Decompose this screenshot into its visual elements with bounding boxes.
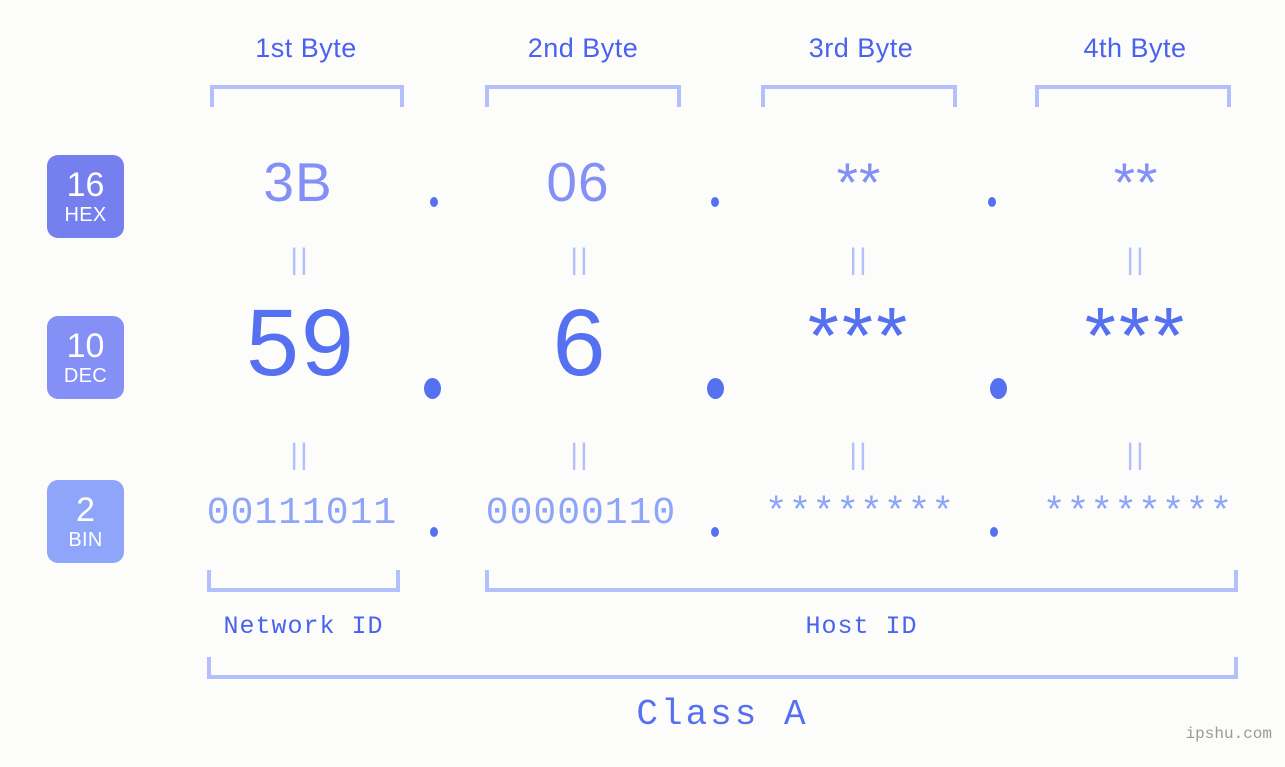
bin-byte-3-value: ******** [764,492,956,535]
dec-byte-4-value: *** [1084,291,1188,380]
base-badge-dec: 10 DEC [47,316,124,399]
hex-byte-3-value: ** [836,151,882,213]
host-id-bracket [485,570,1238,592]
class-label: Class A [636,694,809,735]
byte-bracket-1 [210,85,404,107]
equals-connector-4-top: || [1126,243,1146,276]
byte-header-1: 1st Byte [255,33,357,63]
byte-bracket-4 [1035,85,1231,107]
network-id-bracket [207,570,400,592]
base-badge-bin-number: 2 [76,491,95,529]
bin-byte-4-value: ******** [1042,492,1234,535]
byte-header-3: 3rd Byte [808,33,914,63]
dec-separator-dot-3 [990,378,1007,399]
dec-byte-3-value: *** [807,291,911,380]
dec-byte-2-value: 6 [552,290,608,396]
bin-separator-dot-2 [711,527,719,537]
hex-byte-1-value: 3B [263,151,333,213]
bin-byte-2-value: 00000110 [485,492,677,535]
hex-separator-dot-3 [988,197,996,207]
class-bracket [207,657,1238,679]
host-id-label: Host ID [805,612,918,641]
hex-separator-dot-2 [711,197,719,207]
base-badge-hex-abbr: HEX [64,204,107,226]
equals-connector-3-bottom: || [849,438,869,471]
equals-connector-2-top: || [570,243,590,276]
base-badge-bin-abbr: BIN [68,529,103,551]
equals-connector-2-bottom: || [570,438,590,471]
dec-byte-1-value: 59 [246,290,356,396]
hex-separator-dot-1 [430,197,438,207]
hex-byte-2-value: 06 [546,151,610,213]
dec-separator-dot-1 [424,378,441,399]
watermark: ipshu.com [1185,725,1272,743]
base-badge-bin: 2 BIN [47,480,124,563]
byte-bracket-3 [761,85,957,107]
base-badge-dec-number: 10 [66,327,105,365]
hex-byte-4-value: ** [1113,151,1159,213]
bin-separator-dot-3 [990,527,998,537]
bin-byte-1-value: 00111011 [206,492,398,535]
base-badge-dec-abbr: DEC [63,365,108,387]
byte-header-4: 4th Byte [1083,33,1187,63]
byte-bracket-2 [485,85,681,107]
equals-connector-4-bottom: || [1126,438,1146,471]
base-badge-hex: 16 HEX [47,155,124,238]
bin-separator-dot-1 [430,527,438,537]
byte-header-2: 2nd Byte [527,33,639,63]
equals-connector-1-bottom: || [290,438,310,471]
dec-separator-dot-2 [707,378,724,399]
network-id-label: Network ID [223,612,384,641]
base-badge-hex-number: 16 [66,166,105,204]
equals-connector-1-top: || [290,243,310,276]
ip-address-breakdown-diagram: 1st Byte 2nd Byte 3rd Byte 4th Byte 16 H… [0,0,1285,767]
equals-connector-3-top: || [849,243,869,276]
